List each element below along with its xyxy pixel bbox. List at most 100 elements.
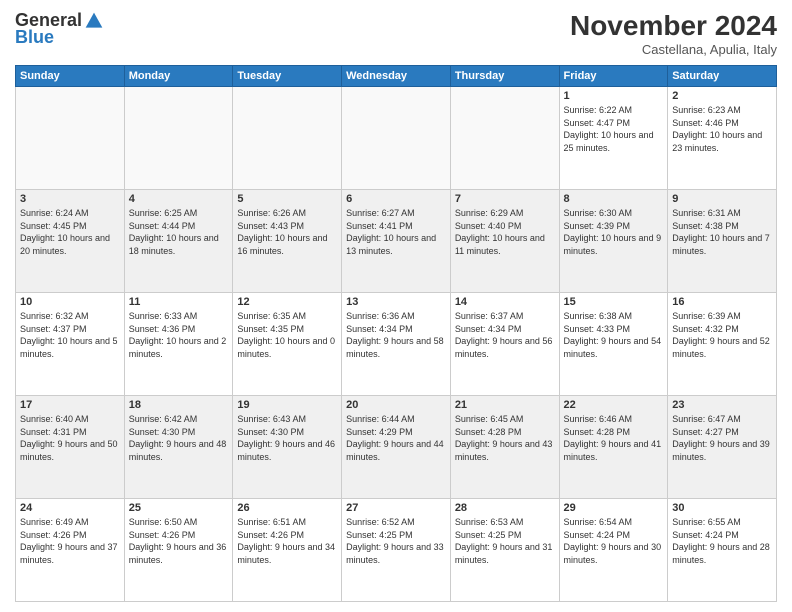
week-row-2: 3 Sunrise: 6:24 AM Sunset: 4:45 PM Daylig… xyxy=(16,190,777,293)
day-number: 28 xyxy=(455,502,555,514)
logo-blue-text: Blue xyxy=(15,27,54,48)
day-info: Sunrise: 6:24 AM Sunset: 4:45 PM Dayligh… xyxy=(20,207,120,257)
calendar-table: Sunday Monday Tuesday Wednesday Thursday… xyxy=(15,65,777,602)
day-number: 7 xyxy=(455,193,555,205)
day-info: Sunrise: 6:26 AM Sunset: 4:43 PM Dayligh… xyxy=(237,207,337,257)
weekday-header-row: Sunday Monday Tuesday Wednesday Thursday… xyxy=(16,66,777,87)
header-friday: Friday xyxy=(559,66,668,87)
day-number: 23 xyxy=(672,399,772,411)
day-cell-2-0: 10 Sunrise: 6:32 AM Sunset: 4:37 PM Dayli… xyxy=(16,293,125,396)
day-info: Sunrise: 6:46 AM Sunset: 4:28 PM Dayligh… xyxy=(564,413,664,463)
day-info: Sunrise: 6:55 AM Sunset: 4:24 PM Dayligh… xyxy=(672,516,772,566)
logo-icon xyxy=(84,11,104,31)
day-info: Sunrise: 6:32 AM Sunset: 4:37 PM Dayligh… xyxy=(20,310,120,360)
day-info: Sunrise: 6:31 AM Sunset: 4:38 PM Dayligh… xyxy=(672,207,772,257)
day-info: Sunrise: 6:37 AM Sunset: 4:34 PM Dayligh… xyxy=(455,310,555,360)
day-number: 1 xyxy=(564,90,664,102)
day-cell-4-6: 30 Sunrise: 6:55 AM Sunset: 4:24 PM Dayli… xyxy=(668,499,777,602)
day-number: 21 xyxy=(455,399,555,411)
day-cell-0-2 xyxy=(233,87,342,190)
day-info: Sunrise: 6:29 AM Sunset: 4:40 PM Dayligh… xyxy=(455,207,555,257)
day-info: Sunrise: 6:49 AM Sunset: 4:26 PM Dayligh… xyxy=(20,516,120,566)
day-number: 20 xyxy=(346,399,446,411)
day-info: Sunrise: 6:53 AM Sunset: 4:25 PM Dayligh… xyxy=(455,516,555,566)
day-cell-1-2: 5 Sunrise: 6:26 AM Sunset: 4:43 PM Daylig… xyxy=(233,190,342,293)
day-number: 11 xyxy=(129,296,229,308)
week-row-1: 1Sunrise: 6:22 AM Sunset: 4:47 PM Daylig… xyxy=(16,87,777,190)
day-cell-1-1: 4 Sunrise: 6:25 AM Sunset: 4:44 PM Daylig… xyxy=(124,190,233,293)
day-cell-1-6: 9 Sunrise: 6:31 AM Sunset: 4:38 PM Daylig… xyxy=(668,190,777,293)
day-info: Sunrise: 6:54 AM Sunset: 4:24 PM Dayligh… xyxy=(564,516,664,566)
day-cell-0-5: 1Sunrise: 6:22 AM Sunset: 4:47 PM Daylig… xyxy=(559,87,668,190)
header-saturday: Saturday xyxy=(668,66,777,87)
day-cell-0-4 xyxy=(450,87,559,190)
day-info: Sunrise: 6:52 AM Sunset: 4:25 PM Dayligh… xyxy=(346,516,446,566)
day-cell-3-4: 21 Sunrise: 6:45 AM Sunset: 4:28 PM Dayli… xyxy=(450,396,559,499)
day-info: Sunrise: 6:38 AM Sunset: 4:33 PM Dayligh… xyxy=(564,310,664,360)
day-cell-1-4: 7 Sunrise: 6:29 AM Sunset: 4:40 PM Daylig… xyxy=(450,190,559,293)
day-number: 12 xyxy=(237,296,337,308)
day-cell-2-1: 11 Sunrise: 6:33 AM Sunset: 4:36 PM Dayli… xyxy=(124,293,233,396)
week-row-5: 24 Sunrise: 6:49 AM Sunset: 4:26 PM Dayli… xyxy=(16,499,777,602)
day-number: 22 xyxy=(564,399,664,411)
day-number: 19 xyxy=(237,399,337,411)
header-wednesday: Wednesday xyxy=(342,66,451,87)
day-info: Sunrise: 6:42 AM Sunset: 4:30 PM Dayligh… xyxy=(129,413,229,463)
page: General Blue November 2024 Castellana, A… xyxy=(0,0,792,612)
day-info: Sunrise: 6:43 AM Sunset: 4:30 PM Dayligh… xyxy=(237,413,337,463)
day-info: Sunrise: 6:47 AM Sunset: 4:27 PM Dayligh… xyxy=(672,413,772,463)
day-number: 16 xyxy=(672,296,772,308)
day-number: 13 xyxy=(346,296,446,308)
day-number: 4 xyxy=(129,193,229,205)
day-cell-3-2: 19 Sunrise: 6:43 AM Sunset: 4:30 PM Dayli… xyxy=(233,396,342,499)
day-number: 30 xyxy=(672,502,772,514)
day-cell-1-5: 8Sunrise: 6:30 AM Sunset: 4:39 PM Daylig… xyxy=(559,190,668,293)
day-info: Sunrise: 6:27 AM Sunset: 4:41 PM Dayligh… xyxy=(346,207,446,257)
calendar-body: 1Sunrise: 6:22 AM Sunset: 4:47 PM Daylig… xyxy=(16,87,777,602)
day-number: 27 xyxy=(346,502,446,514)
day-cell-0-0 xyxy=(16,87,125,190)
day-number: 10 xyxy=(20,296,120,308)
day-number: 26 xyxy=(237,502,337,514)
header: General Blue November 2024 Castellana, A… xyxy=(15,10,777,57)
day-info: Sunrise: 6:36 AM Sunset: 4:34 PM Dayligh… xyxy=(346,310,446,360)
day-number: 3 xyxy=(20,193,120,205)
day-info: Sunrise: 6:45 AM Sunset: 4:28 PM Dayligh… xyxy=(455,413,555,463)
day-info: Sunrise: 6:51 AM Sunset: 4:26 PM Dayligh… xyxy=(237,516,337,566)
day-cell-3-6: 23 Sunrise: 6:47 AM Sunset: 4:27 PM Dayli… xyxy=(668,396,777,499)
location-subtitle: Castellana, Apulia, Italy xyxy=(570,42,777,57)
day-info: Sunrise: 6:40 AM Sunset: 4:31 PM Dayligh… xyxy=(20,413,120,463)
day-cell-0-1 xyxy=(124,87,233,190)
day-cell-1-3: 6 Sunrise: 6:27 AM Sunset: 4:41 PM Daylig… xyxy=(342,190,451,293)
day-number: 18 xyxy=(129,399,229,411)
day-cell-2-3: 13 Sunrise: 6:36 AM Sunset: 4:34 PM Dayli… xyxy=(342,293,451,396)
day-cell-2-2: 12Sunrise: 6:35 AM Sunset: 4:35 PM Dayli… xyxy=(233,293,342,396)
day-cell-4-3: 27 Sunrise: 6:52 AM Sunset: 4:25 PM Dayli… xyxy=(342,499,451,602)
day-number: 2 xyxy=(672,90,772,102)
day-number: 5 xyxy=(237,193,337,205)
day-number: 14 xyxy=(455,296,555,308)
day-cell-1-0: 3 Sunrise: 6:24 AM Sunset: 4:45 PM Daylig… xyxy=(16,190,125,293)
day-cell-4-4: 28 Sunrise: 6:53 AM Sunset: 4:25 PM Dayli… xyxy=(450,499,559,602)
day-info: Sunrise: 6:39 AM Sunset: 4:32 PM Dayligh… xyxy=(672,310,772,360)
day-number: 6 xyxy=(346,193,446,205)
header-thursday: Thursday xyxy=(450,66,559,87)
header-sunday: Sunday xyxy=(16,66,125,87)
header-monday: Monday xyxy=(124,66,233,87)
day-cell-4-5: 29 Sunrise: 6:54 AM Sunset: 4:24 PM Dayli… xyxy=(559,499,668,602)
day-number: 17 xyxy=(20,399,120,411)
day-number: 24 xyxy=(20,502,120,514)
day-cell-4-1: 25Sunrise: 6:50 AM Sunset: 4:26 PM Dayli… xyxy=(124,499,233,602)
week-row-4: 17 Sunrise: 6:40 AM Sunset: 4:31 PM Dayli… xyxy=(16,396,777,499)
day-cell-3-1: 18 Sunrise: 6:42 AM Sunset: 4:30 PM Dayli… xyxy=(124,396,233,499)
day-cell-3-0: 17 Sunrise: 6:40 AM Sunset: 4:31 PM Dayli… xyxy=(16,396,125,499)
day-info: Sunrise: 6:23 AM Sunset: 4:46 PM Dayligh… xyxy=(672,104,772,154)
month-title: November 2024 xyxy=(570,10,777,42)
day-cell-2-4: 14 Sunrise: 6:37 AM Sunset: 4:34 PM Dayli… xyxy=(450,293,559,396)
day-cell-0-3 xyxy=(342,87,451,190)
day-info: Sunrise: 6:33 AM Sunset: 4:36 PM Dayligh… xyxy=(129,310,229,360)
day-number: 9 xyxy=(672,193,772,205)
day-cell-4-2: 26 Sunrise: 6:51 AM Sunset: 4:26 PM Dayli… xyxy=(233,499,342,602)
day-number: 29 xyxy=(564,502,664,514)
day-info: Sunrise: 6:25 AM Sunset: 4:44 PM Dayligh… xyxy=(129,207,229,257)
